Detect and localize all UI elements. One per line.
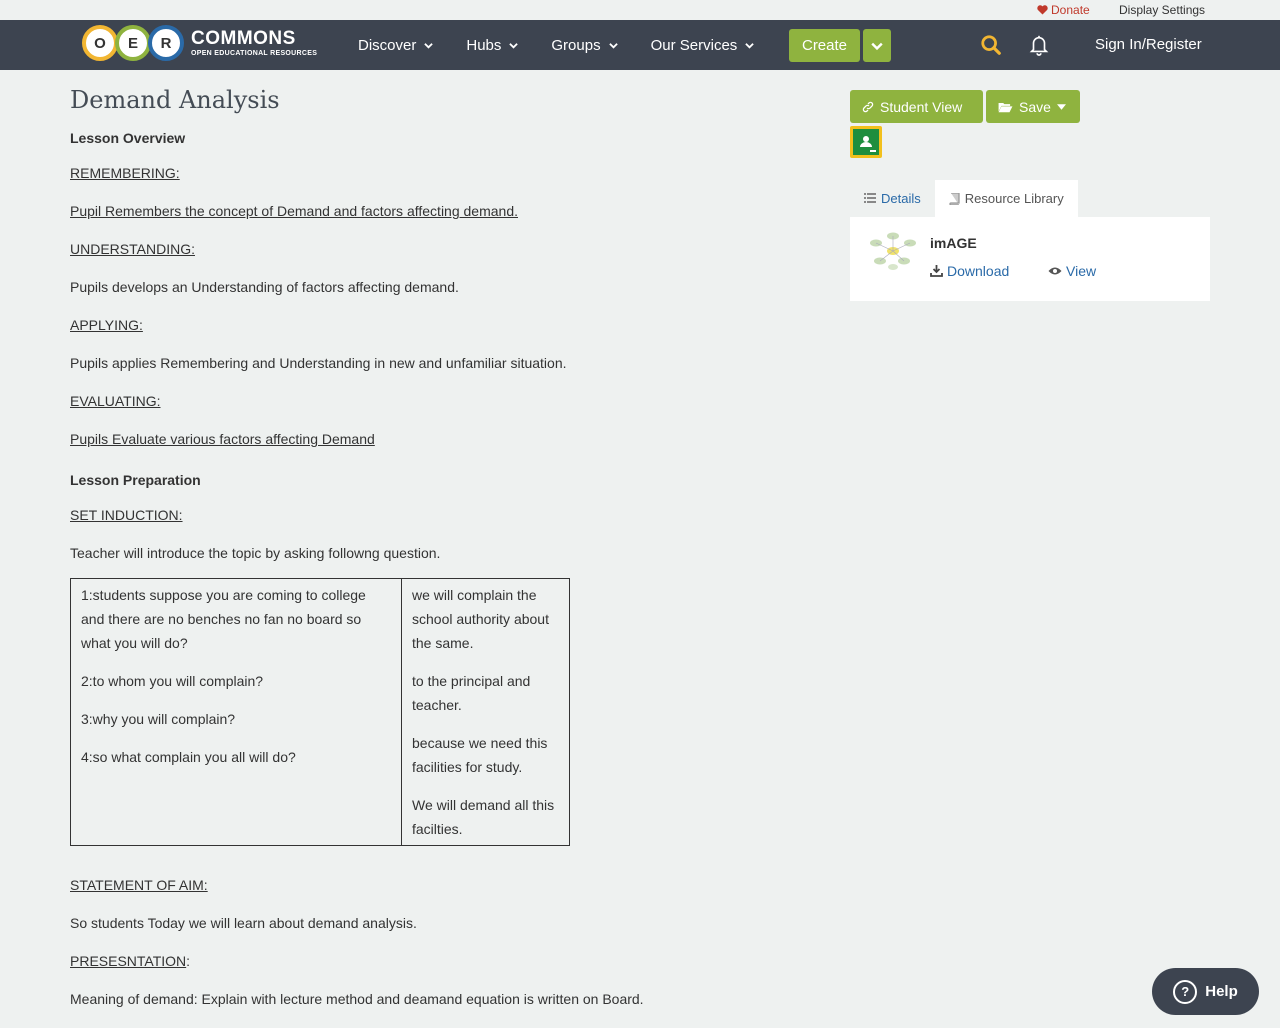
menu-discover[interactable]: Discover <box>358 36 434 54</box>
lesson-overview-heading: Lesson Overview <box>70 130 186 146</box>
logo-circles: O E R <box>82 25 184 61</box>
brand-title: COMMONS <box>191 28 296 49</box>
view-link[interactable]: View <box>1048 263 1096 279</box>
statement-of-aim-heading: STATEMENT OF AIM: <box>70 877 208 893</box>
questions-cell: 1:students suppose you are coming to col… <box>70 578 402 846</box>
bell-icon <box>1029 35 1049 56</box>
set-induction-text: Teacher will introduce the topic by aski… <box>70 545 441 561</box>
logo-letter-e: E <box>115 25 151 61</box>
caret-down-icon <box>1056 103 1066 110</box>
download-label: Download <box>947 263 1010 279</box>
main-menu: Discover Hubs Groups Our Services <box>358 20 787 70</box>
presentation-colon: : <box>186 953 191 969</box>
presentation-text: Meaning of demand: Explain with lecture … <box>70 991 644 1007</box>
logo-letter-o: O <box>82 25 118 61</box>
download-icon <box>930 265 943 277</box>
menu-hubs-label: Hubs <box>466 36 502 54</box>
book-icon <box>949 192 960 205</box>
logo-letter-r: R <box>148 25 184 61</box>
evaluating-heading: EVALUATING: <box>70 393 161 409</box>
chevron-down-icon <box>608 42 618 49</box>
chevron-down-icon <box>871 42 883 50</box>
answer-4: We will demand all this facilties. <box>412 797 555 837</box>
folder-open-icon <box>998 102 1013 112</box>
display-settings-link[interactable]: Display Settings <box>1119 3 1205 17</box>
donate-link[interactable]: Donate <box>1037 3 1090 17</box>
applying-text: Pupils applies Remembering and Understan… <box>70 355 567 371</box>
menu-discover-label: Discover <box>358 36 417 54</box>
student-view-label: Student View <box>880 98 963 115</box>
utility-bar: Donate Display Settings <box>0 0 1280 20</box>
evaluating-text: Pupils Evaluate various factors affectin… <box>70 431 375 447</box>
table-row: 1:students suppose you are coming to col… <box>70 578 570 846</box>
brand-subtitle: OPEN EDUCATIONAL RESOURCES <box>191 50 318 57</box>
menu-our-services-label: Our Services <box>650 36 738 54</box>
answers-cell: we will complain the school authority ab… <box>401 578 570 846</box>
logo-text: COMMONS OPEN EDUCATIONAL RESOURCES <box>191 29 317 57</box>
heart-icon <box>1037 5 1048 15</box>
menu-groups-label: Groups <box>551 36 601 54</box>
eye-icon <box>1048 267 1062 275</box>
sign-in-register-link[interactable]: Sign In/Register <box>1095 36 1202 53</box>
save-label: Save <box>1019 98 1051 115</box>
remembering-text: Pupil Remembers the concept of Demand an… <box>70 203 518 219</box>
notifications-button[interactable] <box>1028 33 1050 62</box>
resource-tabs: Details Resource Library <box>850 180 1078 217</box>
help-label: Help <box>1205 983 1238 1000</box>
tab-resource-library[interactable]: Resource Library <box>934 180 1078 217</box>
menu-groups[interactable]: Groups <box>551 36 618 54</box>
resource-thumbnail[interactable] <box>866 231 920 271</box>
presentation-heading: PRESESNTATION <box>70 953 187 969</box>
create-button[interactable]: Create <box>789 29 860 62</box>
main-navigation: O E R COMMONS OPEN EDUCATIONAL RESOURCES… <box>0 20 1280 70</box>
answer-3: because we need this facilities for stud… <box>412 735 548 775</box>
create-dropdown-button[interactable] <box>863 29 891 62</box>
presentation-heading-line: PRESESNTATION: <box>70 952 790 970</box>
resource-title: imAGE <box>930 235 977 251</box>
lesson-preparation-heading: Lesson Preparation <box>70 472 201 488</box>
google-classroom-button[interactable] <box>850 126 882 158</box>
oer-commons-logo[interactable]: O E R COMMONS OPEN EDUCATIONAL RESOURCES <box>82 25 317 61</box>
set-induction-heading: SET INDUCTION: <box>70 507 183 523</box>
list-icon <box>864 193 876 203</box>
search-icon <box>981 35 1001 55</box>
statement-of-aim-text: So students Today we will learn about de… <box>70 915 417 931</box>
applying-heading: APPLYING: <box>70 317 143 333</box>
resource-library-panel: imAGE Download View <box>850 217 1210 301</box>
tab-details-label: Details <box>881 191 921 206</box>
link-icon <box>862 101 874 112</box>
chevron-down-icon <box>745 42 755 49</box>
question-circle-icon: ? <box>1173 979 1198 1004</box>
download-link[interactable]: Download <box>930 263 1009 279</box>
question-2: 2:to whom you will complain? <box>81 673 264 689</box>
question-4: 4:so what complain you all will do? <box>81 749 296 765</box>
remembering-heading: REMEMBERING: <box>70 165 180 181</box>
page-title: Demand Analysis <box>70 86 280 114</box>
question-1: 1:students suppose you are coming to col… <box>81 587 366 651</box>
tab-resource-library-label: Resource Library <box>964 191 1064 206</box>
search-button[interactable] <box>980 34 1002 61</box>
induction-question-table: 1:students suppose you are coming to col… <box>70 578 570 846</box>
help-button[interactable]: ? Help <box>1152 968 1259 1015</box>
menu-hubs[interactable]: Hubs <box>466 36 519 54</box>
tab-details[interactable]: Details <box>850 180 935 217</box>
chevron-down-icon <box>424 42 434 49</box>
view-label: View <box>1066 263 1097 279</box>
google-classroom-icon <box>853 129 879 155</box>
understanding-text: Pupils develops an Understanding of fact… <box>70 279 459 295</box>
question-3: 3:why you will complain? <box>81 711 236 727</box>
student-view-button[interactable]: Student View <box>850 90 983 123</box>
answer-1: we will complain the school authority ab… <box>412 587 549 651</box>
understanding-heading: UNDERSTANDING: <box>70 241 195 257</box>
chevron-down-icon <box>509 42 519 49</box>
save-button[interactable]: Save <box>986 90 1080 123</box>
answer-2: to the principal and teacher. <box>412 673 531 713</box>
lesson-content: Demand Analysis Lesson Overview REMEMBER… <box>70 80 790 1028</box>
donate-label: Donate <box>1051 3 1090 17</box>
menu-our-services[interactable]: Our Services <box>651 37 755 54</box>
